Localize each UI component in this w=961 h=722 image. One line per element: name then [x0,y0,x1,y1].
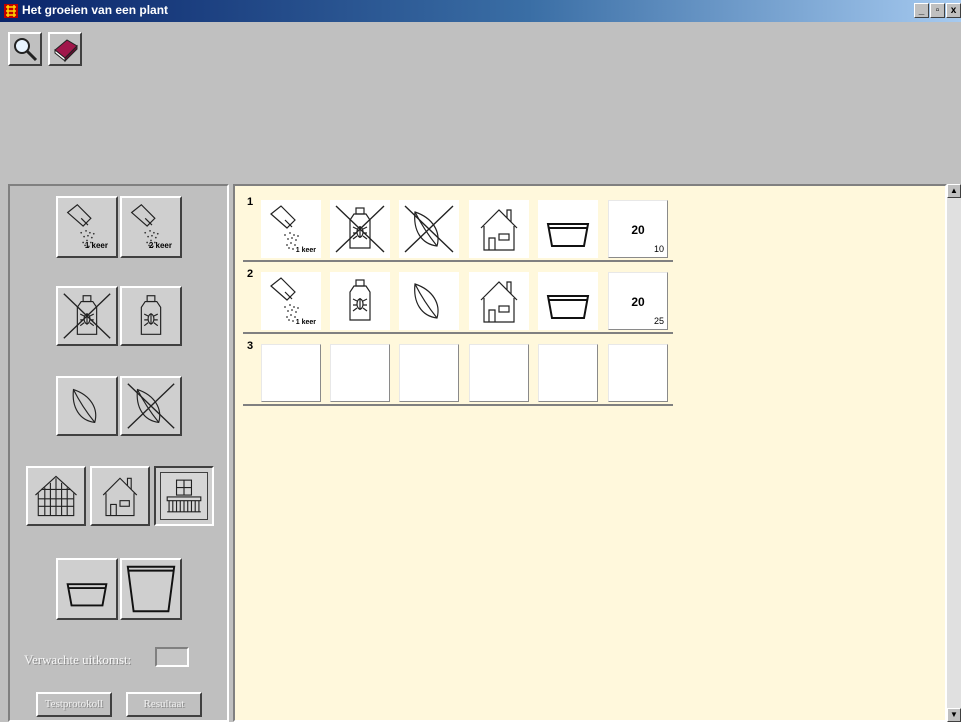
result-value: 20 [631,223,645,237]
leaf-button[interactable] [56,376,118,436]
experiment-workspace: 1 1 keer 20 10 2 1 keer 20 25 3 [233,184,947,722]
slot-water[interactable]: 1 keer [261,200,321,258]
water-label: 1 keer [295,319,316,326]
experiment-row-3: 3 [243,338,673,406]
row-number: 2 [247,268,254,280]
slot-result[interactable] [608,344,668,402]
house-icon [469,272,529,330]
magnifier-icon [14,38,38,62]
big-pot-button[interactable] [120,558,182,620]
greenhouse-button[interactable] [26,466,86,526]
window-controls: _ ▫ x [914,3,961,18]
slot-result[interactable]: 20 10 [608,200,668,258]
water-once-label: 1 keer [84,241,108,250]
slot-location[interactable] [469,344,529,402]
vertical-scrollbar[interactable]: ▲ ▼ [947,184,961,722]
pot-icon [58,560,116,618]
cross-icon [122,378,180,434]
water-twice-label: 2 keer [148,241,172,250]
expected-outcome-label: Verwachte uitkomst: [24,652,132,667]
slot-pot[interactable] [538,344,598,402]
no-spray-button[interactable] [56,286,118,346]
slot-water[interactable] [261,344,321,402]
cross-icon [58,288,116,344]
search-button[interactable] [8,32,42,66]
slot-result[interactable]: 20 25 [608,272,668,330]
pot-icon [538,200,598,258]
slot-leaf[interactable] [399,200,459,258]
no-leaf-button[interactable] [120,376,182,436]
house-icon [92,468,148,524]
app-icon [4,4,18,18]
book-button[interactable] [48,32,82,66]
small-pot-button[interactable] [56,558,118,620]
spray-bottle-icon [122,288,180,344]
water-once-button[interactable]: 1 keer [56,196,118,258]
balcony-button[interactable] [154,466,214,526]
slot-leaf[interactable] [399,272,459,330]
pot-icon [122,560,180,618]
scroll-up-arrow-icon[interactable]: ▲ [947,184,961,198]
leaf-icon [58,378,116,434]
test-protocol-button[interactable]: Testprotokoll [36,692,112,717]
cross-icon [330,200,390,258]
balcony-icon [156,468,212,524]
slot-spray[interactable] [330,272,390,330]
experiment-row-1: 1 1 keer 20 10 [243,194,673,262]
result-value: 20 [631,295,645,309]
leaf-icon [399,272,459,330]
book-icon [54,39,78,63]
experiment-row-2: 2 1 keer 20 25 [243,266,673,334]
spray-bottle-icon [330,272,390,330]
scroll-down-arrow-icon[interactable]: ▼ [947,708,961,722]
house-button[interactable] [90,466,150,526]
water-label: 1 keer [295,247,316,254]
outcome-value: 10 [653,244,664,254]
cross-icon [399,200,459,258]
pot-icon [538,272,598,330]
slot-spray[interactable] [330,200,390,258]
spray-button[interactable] [120,286,182,346]
row-number: 1 [247,196,254,208]
water-twice-button[interactable]: 2 keer [120,196,182,258]
house-icon [469,200,529,258]
slot-pot[interactable] [538,272,598,330]
slot-pot[interactable] [538,200,598,258]
close-button[interactable]: x [946,3,961,18]
slot-location[interactable] [469,272,529,330]
slot-leaf[interactable] [399,344,459,402]
greenhouse-icon [28,468,84,524]
slot-water[interactable]: 1 keer [261,272,321,330]
slot-spray[interactable] [330,344,390,402]
minimize-button[interactable]: _ [914,3,929,18]
title-bar: Het groeien van een plant _ ▫ x [0,0,961,22]
outcome-value: 25 [653,316,664,326]
expected-outcome-input[interactable] [155,647,189,667]
options-panel: 1 keer 2 keer Verwachte uitkomst: Testpr… [8,184,229,722]
row-number: 3 [247,340,254,352]
result-button[interactable]: Resultaat [126,692,202,717]
window-title: Het groeien van een plant [22,3,169,17]
slot-location[interactable] [469,200,529,258]
maximize-button[interactable]: ▫ [930,3,945,18]
